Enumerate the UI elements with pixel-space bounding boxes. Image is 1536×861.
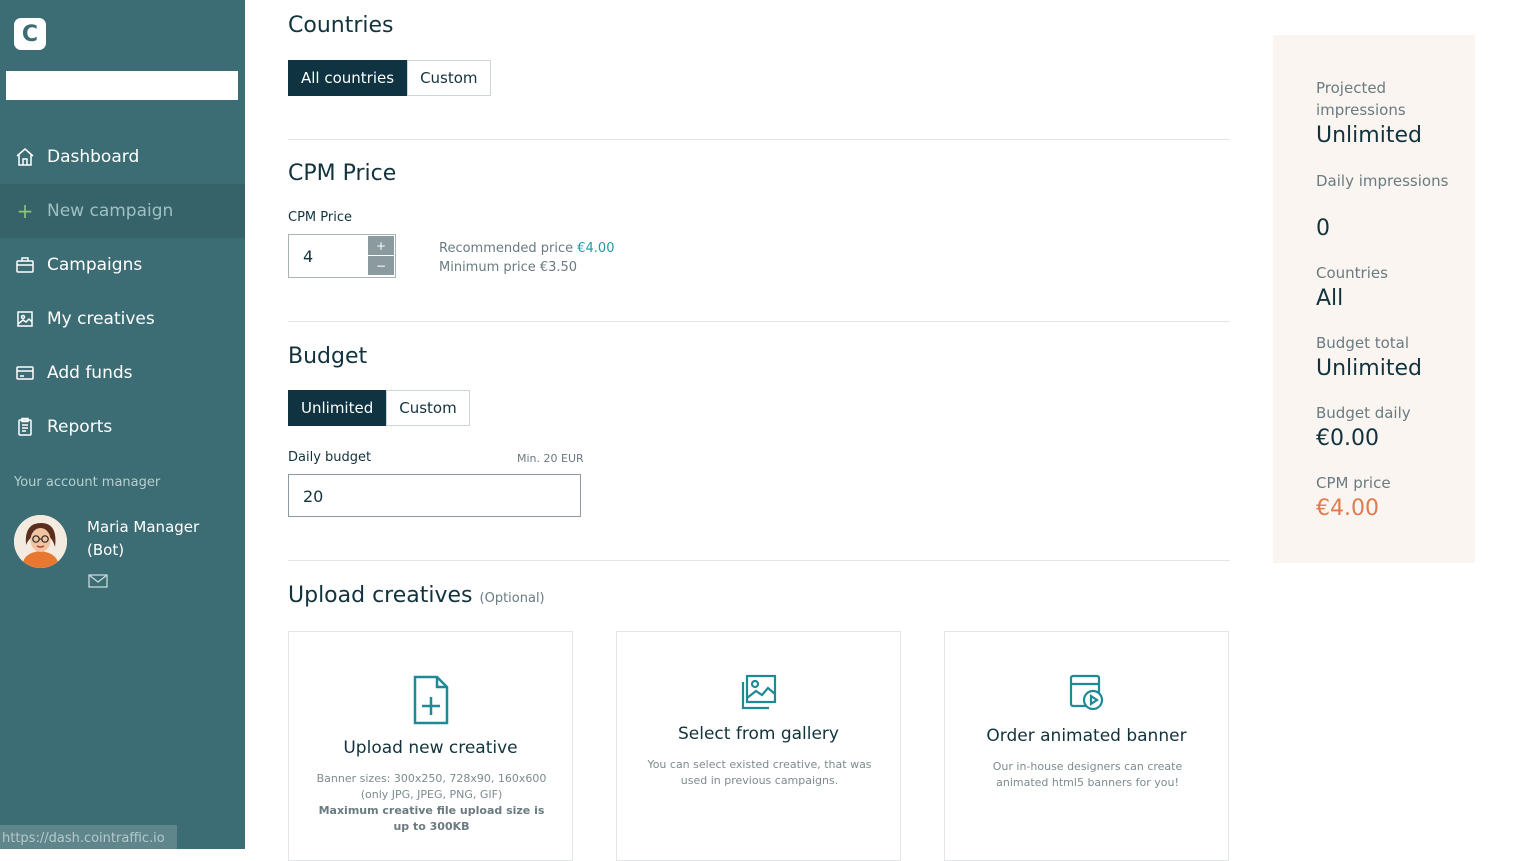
decrement-button[interactable]: − [368, 256, 394, 275]
app-logo[interactable]: C [14, 18, 46, 50]
countries-toggle: All countries Custom [288, 60, 491, 96]
campaign-summary-panel: Projected impressions Unlimited Daily im… [1273, 35, 1475, 563]
gallery-icon [617, 674, 900, 710]
clipboard-icon [15, 417, 35, 437]
animated-banner-icon [945, 674, 1228, 712]
order-animated-banner-card[interactable]: Order animated banner Our in-house desig… [944, 631, 1229, 861]
cpm-value: 4 [303, 247, 314, 266]
budget-daily-value: €0.00 [1316, 426, 1379, 451]
sidebar-item-label: Campaigns [47, 255, 143, 275]
upload-new-creative-card[interactable]: Upload new creative Banner sizes: 300x25… [288, 631, 573, 861]
sidebar-item-campaigns[interactable]: Campaigns [0, 238, 245, 292]
cpm-title: CPM Price [288, 161, 397, 186]
credit-card-icon [15, 363, 35, 383]
home-icon [15, 147, 35, 167]
plus-icon: + [16, 199, 34, 223]
optional-label: (Optional) [479, 591, 545, 606]
all-countries-button[interactable]: All countries [288, 60, 408, 96]
card-title: Order animated banner [986, 726, 1187, 746]
avatar [14, 515, 67, 568]
budget-toggle: Unlimited Custom [288, 390, 470, 426]
recommended-label: Recommended price [439, 241, 574, 256]
cpm-stepper: + − [367, 235, 395, 277]
countries-summary-value: All [1316, 286, 1344, 311]
countries-summary-label: Countries [1316, 264, 1388, 282]
budget-daily-label: Budget daily [1316, 404, 1411, 422]
card-title: Upload new creative [343, 738, 518, 758]
custom-budget-button[interactable]: Custom [386, 390, 470, 426]
status-bar-url: https://dash.cointraffic.io [0, 825, 177, 849]
cpm-price-label: CPM price [1316, 474, 1391, 492]
daily-budget-input[interactable]: 20 [288, 474, 581, 517]
card-description: Our in-house designers can create animat… [992, 760, 1183, 789]
manager-name: Maria Manager (Bot) [87, 518, 200, 559]
card-desc-bold: Maximum creative file upload size is up … [318, 804, 545, 833]
select-from-gallery-card[interactable]: Select from gallery You can select exist… [616, 631, 901, 861]
budget-total-value: Unlimited [1316, 356, 1422, 381]
budget-total-label: Budget total [1316, 334, 1410, 352]
sidebar-item-add-funds[interactable]: Add funds [0, 346, 245, 400]
sidebar-item-dashboard[interactable]: Dashboard [0, 130, 245, 184]
sidebar-item-my-creatives[interactable]: My creatives [0, 292, 245, 346]
cpm-price-input[interactable]: 4 + − [288, 234, 396, 278]
mail-icon[interactable] [88, 573, 108, 589]
sidebar-item-label: Dashboard [47, 147, 140, 167]
sidebar-nav: Dashboard + New campaign Campaigns My cr… [0, 130, 245, 454]
sidebar-item-reports[interactable]: Reports [0, 400, 245, 454]
custom-countries-button[interactable]: Custom [407, 60, 491, 96]
card-description: Banner sizes: 300x250, 728x90, 160x600 (… [309, 771, 554, 835]
divider [288, 139, 1230, 140]
divider [288, 560, 1230, 561]
daily-impressions-label: Daily impressions [1316, 172, 1449, 190]
cpm-field-label: CPM Price [288, 210, 352, 225]
daily-impressions-value: 0 [1316, 216, 1330, 241]
recommended-value[interactable]: €4.00 [577, 241, 614, 256]
file-plus-icon [289, 675, 572, 725]
card-title: Select from gallery [678, 724, 839, 744]
recommended-price: Recommended price €4.00 [439, 241, 614, 256]
sidebar-item-label: Add funds [47, 363, 133, 383]
sidebar-item-label: My creatives [47, 309, 155, 329]
divider [288, 321, 1230, 322]
account-manager-label: Your account manager [14, 475, 161, 490]
min-budget-hint: Min. 20 EUR [517, 452, 584, 465]
sidebar-item-new-campaign[interactable]: + New campaign [0, 184, 245, 238]
budget-title: Budget [288, 344, 368, 369]
unlimited-budget-button[interactable]: Unlimited [288, 390, 387, 426]
image-icon [15, 309, 35, 329]
card-desc-text: Banner sizes: 300x250, 728x90, 160x600 (… [316, 772, 547, 801]
upload-title-text: Upload creatives [288, 583, 473, 608]
sidebar-search-input[interactable] [6, 71, 238, 100]
increment-button[interactable]: + [368, 236, 394, 255]
projected-impressions-value: Unlimited [1316, 123, 1422, 148]
briefcase-icon [15, 255, 35, 275]
projected-impressions-label: Projected impressions [1316, 79, 1406, 119]
countries-title: Countries [288, 13, 394, 38]
card-description: You can select existed creative, that wa… [647, 758, 872, 787]
cpm-price-value: €4.00 [1316, 496, 1379, 521]
daily-budget-value: 20 [303, 487, 324, 506]
minimum-price: Minimum price €3.50 [439, 260, 578, 275]
upload-creatives-title: Upload creatives (Optional) [288, 583, 545, 608]
sidebar-item-label: New campaign [47, 201, 174, 221]
logo-letter: C [21, 21, 39, 47]
sidebar: C Dashboard + New campaign Campaigns My … [0, 0, 245, 849]
daily-budget-label: Daily budget [288, 450, 372, 465]
sidebar-item-label: Reports [47, 417, 113, 437]
